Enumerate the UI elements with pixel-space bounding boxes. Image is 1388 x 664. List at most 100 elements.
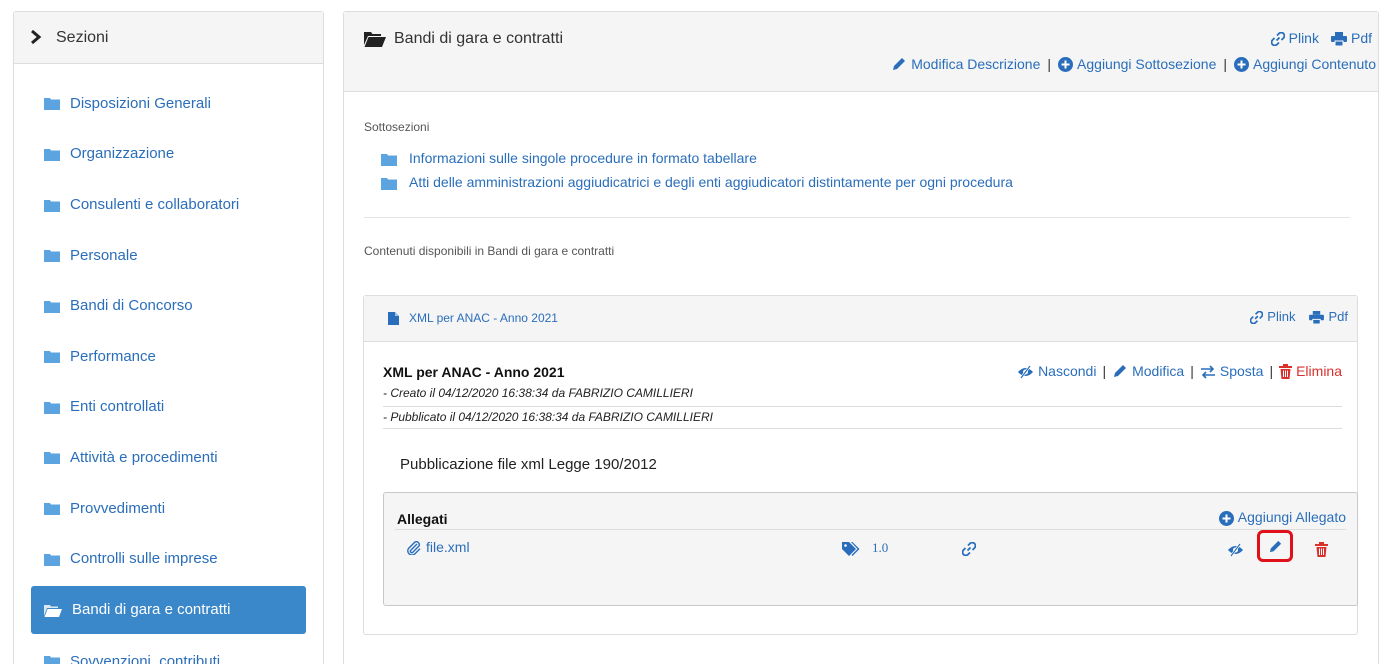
folder-icon <box>381 174 409 190</box>
move-button[interactable]: Sposta <box>1200 363 1263 379</box>
attachment-delete-button[interactable] <box>1315 540 1328 557</box>
attachment-version: 1.0 <box>842 540 889 557</box>
file-icon <box>388 311 409 326</box>
attachment-edit-button[interactable] <box>1257 530 1293 562</box>
folder-icon <box>381 150 409 166</box>
attachment-file-link[interactable]: file.xml <box>406 539 470 556</box>
exchange-icon <box>1200 363 1216 379</box>
add-attachment-link[interactable]: Aggiungi Allegato <box>1218 509 1346 526</box>
pdf-link[interactable]: Pdf <box>1330 30 1372 47</box>
divider <box>395 529 1346 530</box>
sidebar-item-label: Attività e procedimenti <box>70 448 218 466</box>
sidebar-item-label: Personale <box>70 246 138 264</box>
link-icon <box>1270 30 1285 47</box>
created-meta: - Creato il 04/12/2020 16:38:34 da FABRI… <box>383 386 693 400</box>
folder-icon <box>44 398 70 415</box>
add-subsection-link[interactable]: Aggiungi Sottosezione <box>1058 55 1216 73</box>
sidebar-item-label: Bandi di Concorso <box>70 297 193 315</box>
plink-label: Plink <box>1288 30 1319 47</box>
add-content-label: Aggiungi Contenuto <box>1253 55 1376 72</box>
attachments-panel: Allegati Aggiungi Allegato file.xml 1.0 <box>383 492 1358 606</box>
plus-circle-icon <box>1218 509 1234 526</box>
sidebar-item-consulenti[interactable]: Consulenti e collaboratori <box>14 179 323 230</box>
sidebar-title: Sezioni <box>56 28 109 46</box>
separator: | <box>1102 362 1107 379</box>
pencil-icon <box>891 55 907 72</box>
chevron-right-icon <box>30 29 42 47</box>
attachment-version-value: 1.0 <box>872 540 889 555</box>
content-card-title-link[interactable]: XML per ANAC - Anno 2021 <box>388 311 558 326</box>
pencil-icon <box>1268 538 1283 555</box>
add-attachment-label: Aggiungi Allegato <box>1237 509 1346 526</box>
sidebar-item-bandi-gara[interactable]: Bandi di gara e contratti <box>31 585 306 634</box>
subsection-link-informazioni[interactable]: Informazioni sulle singole procedure in … <box>381 150 757 166</box>
card-pdf-link[interactable]: Pdf <box>1309 309 1348 325</box>
delete-button[interactable]: Elimina <box>1279 362 1342 380</box>
folder-icon <box>44 348 70 365</box>
pencil-icon <box>1112 362 1128 379</box>
eye-slash-icon <box>1017 363 1034 379</box>
folder-icon <box>44 145 70 162</box>
sidebar-item-personale[interactable]: Personale <box>14 230 323 281</box>
folder-open-icon <box>44 601 72 618</box>
edit-label: Modifica <box>1132 362 1185 379</box>
card-plink-link[interactable]: Plink <box>1250 309 1295 325</box>
content-description: Pubblicazione file xml Legge 190/2012 <box>400 456 657 473</box>
link-icon <box>962 540 976 557</box>
sidebar-item-enti-controllati[interactable]: Enti controllati <box>14 382 323 433</box>
divider <box>383 406 1342 407</box>
subsection-link-atti[interactable]: Atti delle amministrazioni aggiudicatric… <box>381 174 1013 190</box>
separator: | <box>1047 55 1052 72</box>
print-icon <box>1309 309 1325 325</box>
edit-description-link[interactable]: Modifica Descrizione <box>891 55 1040 72</box>
content-card-header: XML per ANAC - Anno 2021 Plink Pdf <box>364 296 1357 342</box>
sidebar-item-sovvenzioni[interactable]: Sovvenzioni, contributi <box>14 636 323 664</box>
sidebar-item-attivita[interactable]: Attività e procedimenti <box>14 432 323 483</box>
attachment-plink-button[interactable] <box>962 540 976 557</box>
content-actions: Nascondi | Modifica | Sposta | Elimina <box>1017 362 1342 380</box>
sidebar-item-bandi-concorso[interactable]: Bandi di Concorso <box>14 280 323 331</box>
page-title-text: Bandi di gara e contratti <box>394 30 563 47</box>
main-tools-top: Plink Pdf <box>1270 30 1372 47</box>
sidebar-item-performance[interactable]: Performance <box>14 331 323 382</box>
sidebar-item-label: Performance <box>70 347 156 365</box>
paperclip-icon <box>406 539 422 556</box>
content-title: XML per ANAC - Anno 2021 <box>383 364 565 380</box>
sidebar-list: Disposizioni Generali Organizzazione Con… <box>14 64 323 664</box>
sidebar-header[interactable]: Sezioni <box>14 12 323 64</box>
sidebar-item-label: Provvedimenti <box>70 499 166 517</box>
contents-label: Contenuti disponibili in Bandi di gara e… <box>364 244 615 258</box>
tags-icon <box>842 540 860 557</box>
subsection-label: Informazioni sulle singole procedure in … <box>409 150 757 166</box>
sidebar-item-disposizioni-generali[interactable]: Disposizioni Generali <box>14 78 323 129</box>
print-icon <box>1330 30 1347 47</box>
hide-button[interactable]: Nascondi <box>1017 363 1096 379</box>
attachments-title: Allegati <box>397 511 448 527</box>
plink-link[interactable]: Plink <box>1270 30 1319 47</box>
card-pdf-label: Pdf <box>1328 309 1348 325</box>
sidebar-item-label: Enti controllati <box>70 398 165 416</box>
sidebar-item-label: Organizzazione <box>70 145 175 163</box>
delete-label: Elimina <box>1296 362 1342 379</box>
edit-button[interactable]: Modifica <box>1112 362 1184 379</box>
plus-circle-icon <box>1058 55 1074 73</box>
main-header: Bandi di gara e contratti Plink Pdf Modi… <box>344 12 1378 92</box>
sidebar-item-controlli[interactable]: Controlli sulle imprese <box>14 533 323 584</box>
sidebar-item-label: Consulenti e collaboratori <box>70 195 240 213</box>
link-icon <box>1250 309 1264 325</box>
sidebar-item-organizzazione[interactable]: Organizzazione <box>14 129 323 180</box>
add-content-link[interactable]: Aggiungi Contenuto <box>1234 55 1376 73</box>
folder-icon <box>44 550 70 567</box>
published-meta: - Pubblicato il 04/12/2020 16:38:34 da F… <box>383 410 713 424</box>
folder-icon <box>44 95 70 112</box>
sidebar-item-label: Disposizioni Generali <box>70 94 211 112</box>
folder-icon <box>44 247 70 264</box>
subsection-label: Atti delle amministrazioni aggiudicatric… <box>409 174 1013 190</box>
content-card: XML per ANAC - Anno 2021 Plink Pdf XML p… <box>363 295 1358 635</box>
sidebar-item-provvedimenti[interactable]: Provvedimenti <box>14 483 323 534</box>
folder-icon <box>44 500 70 517</box>
folder-icon <box>44 449 70 466</box>
separator: | <box>1190 362 1194 379</box>
attachment-hide-button[interactable] <box>1227 541 1244 558</box>
sidebar-item-label: Controlli sulle imprese <box>70 550 218 568</box>
